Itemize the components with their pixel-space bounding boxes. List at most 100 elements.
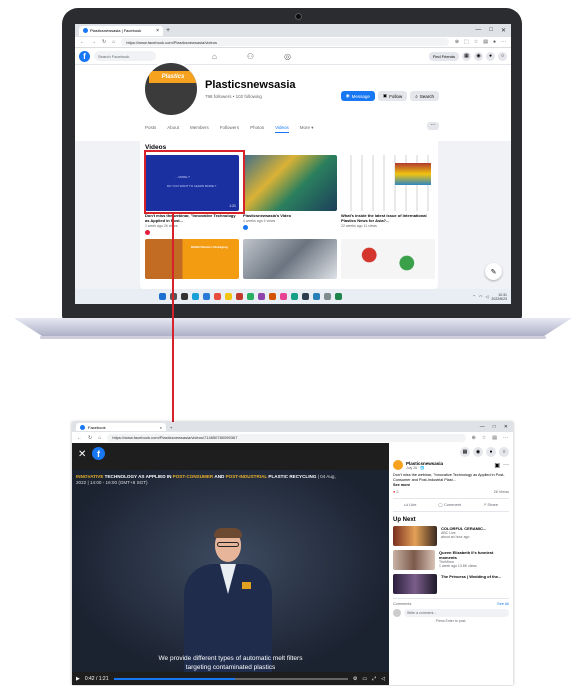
- comment-input[interactable]: Write a comment...: [404, 609, 509, 617]
- video-card[interactable]: What's inside the latest issue of Intern…: [341, 155, 435, 235]
- video-title[interactable]: Don't miss the webinar, "Innovative Tech…: [145, 213, 239, 223]
- collections-icon[interactable]: ▤: [483, 39, 488, 45]
- notifications-icon[interactable]: ●: [486, 51, 495, 61]
- tab-close-icon[interactable]: ×: [156, 28, 159, 34]
- explorer-icon[interactable]: [225, 293, 232, 300]
- video-thumbnail[interactable]: [243, 239, 337, 279]
- see-more-link[interactable]: See more: [393, 483, 509, 487]
- close-window-icon[interactable]: ✕: [504, 424, 508, 430]
- tray-up-icon[interactable]: ⌃: [472, 294, 475, 299]
- notifications-icon[interactable]: ●: [486, 447, 496, 457]
- play-icon[interactable]: ▶: [76, 676, 80, 682]
- tab-close-icon[interactable]: ×: [160, 425, 162, 430]
- tab-about[interactable]: About: [167, 125, 179, 133]
- back-icon[interactable]: ←: [80, 39, 85, 45]
- video-thumbnail[interactable]: [341, 155, 435, 211]
- up-next-thumbnail[interactable]: [393, 550, 436, 570]
- reload-icon[interactable]: ↻: [88, 435, 92, 441]
- tab-posts[interactable]: Posts: [145, 125, 156, 133]
- edge-icon[interactable]: [192, 293, 199, 300]
- back-icon[interactable]: ←: [77, 435, 82, 441]
- facebook-logo-icon[interactable]: f: [79, 50, 90, 62]
- tab-photos[interactable]: Photos: [250, 125, 264, 133]
- volume-icon[interactable]: ◁: [381, 676, 385, 682]
- browser-tab[interactable]: Plasticsnewsasia | Facebook ×: [79, 25, 163, 36]
- new-tab-icon[interactable]: +: [170, 425, 172, 430]
- minimize-icon[interactable]: —: [480, 424, 485, 430]
- page-avatar[interactable]: Plastics: [143, 61, 199, 117]
- up-next-item[interactable]: COLORFUL CERAMIC... ABC Live about an ho…: [393, 526, 509, 546]
- video-player[interactable]: INNOVATIVE TECHNOLOGY AS APPLIED IN POST…: [72, 470, 389, 672]
- up-next-item[interactable]: Queen Elizabeth II's funniest moments Th…: [393, 550, 509, 570]
- zoom-icon[interactable]: ⊕: [472, 435, 476, 441]
- app-icon[interactable]: [247, 293, 254, 300]
- groups-nav-icon[interactable]: ◎: [284, 52, 291, 61]
- maximize-icon[interactable]: □: [493, 424, 496, 430]
- video-card[interactable]: DGBS Plastics Packaging: [145, 239, 239, 279]
- friends-nav-icon[interactable]: ⚇: [247, 52, 254, 61]
- video-progress-bar[interactable]: [113, 677, 348, 680]
- video-card[interactable]: [243, 239, 337, 279]
- tab-members[interactable]: Members: [190, 125, 209, 133]
- favorite-icon[interactable]: ☆: [482, 435, 486, 441]
- video-card[interactable]: Plasticsnewsasia's Video 4 weeks ago 4 v…: [243, 155, 337, 235]
- captions-icon[interactable]: ▭: [362, 676, 367, 682]
- start-icon[interactable]: [159, 293, 166, 300]
- author-avatar[interactable]: [393, 460, 403, 470]
- up-next-thumbnail[interactable]: [393, 526, 437, 546]
- new-message-icon[interactable]: ✎: [485, 263, 502, 280]
- maximize-icon[interactable]: □: [489, 27, 493, 34]
- chrome-icon[interactable]: [203, 293, 210, 300]
- find-friends-button[interactable]: Find Friends: [428, 51, 459, 61]
- app-icon[interactable]: [335, 293, 342, 300]
- account-avatar[interactable]: ○: [498, 51, 507, 61]
- more-icon[interactable]: ···: [503, 462, 509, 468]
- account-avatar[interactable]: ○: [499, 447, 509, 457]
- search-button[interactable]: ⌕ Search: [410, 91, 439, 101]
- url-field[interactable]: https://www.facebook.com/Plasticsnewsasi…: [121, 38, 449, 46]
- reaction-count[interactable]: ● 2: [393, 490, 398, 494]
- clock[interactable]: 10:31 2022/8/23: [491, 293, 507, 301]
- profile-icon[interactable]: ●: [493, 39, 496, 45]
- app-icon[interactable]: [236, 293, 243, 300]
- close-icon[interactable]: ✕: [78, 449, 86, 460]
- menu-icon[interactable]: ···: [501, 39, 506, 45]
- close-window-icon[interactable]: ✕: [501, 27, 506, 34]
- video-thumbnail[interactable]: DGBS Plastics Packaging: [145, 239, 239, 279]
- up-next-item[interactable]: The Princess | Wedding of the...: [393, 574, 509, 594]
- extension-icon[interactable]: ⬚: [464, 39, 469, 45]
- app-icon[interactable]: [302, 293, 309, 300]
- app-icon[interactable]: [280, 293, 287, 300]
- profile-more-button[interactable]: ···: [427, 122, 439, 130]
- video-thumbnail[interactable]: [341, 239, 435, 279]
- reload-icon[interactable]: ↻: [102, 39, 106, 45]
- up-next-title[interactable]: The Princess | Wedding of the...: [441, 574, 501, 579]
- like-button[interactable]: 👍︎ Like: [404, 502, 417, 508]
- tab-more[interactable]: More ▾: [300, 125, 314, 133]
- app-icon[interactable]: [313, 293, 320, 300]
- favorite-icon[interactable]: ☆: [474, 39, 478, 45]
- home-icon[interactable]: ⌂: [112, 39, 115, 45]
- video-title[interactable]: What's inside the latest issue of Intern…: [341, 213, 435, 223]
- settings-icon[interactable]: ⚙: [353, 676, 357, 682]
- app-icon[interactable]: [258, 293, 265, 300]
- forward-icon[interactable]: →: [91, 39, 96, 45]
- menu-icon[interactable]: ···: [503, 435, 508, 441]
- share-button[interactable]: ↗ Share: [483, 502, 498, 508]
- up-next-thumbnail[interactable]: [393, 574, 437, 594]
- comment-button[interactable]: ◯ Comment: [438, 502, 461, 508]
- video-thumbnail[interactable]: [243, 155, 337, 211]
- menu-grid-icon[interactable]: ▦: [462, 51, 471, 61]
- taskview-icon[interactable]: [181, 293, 188, 300]
- url-field[interactable]: https://www.facebook.com/Plasticsnewsasi…: [107, 433, 466, 442]
- home-icon[interactable]: ⌂: [98, 435, 101, 441]
- up-next-title[interactable]: Queen Elizabeth II's funniest moments: [439, 550, 509, 560]
- minimize-icon[interactable]: —: [475, 27, 481, 34]
- browser-tab[interactable]: Facebook ×: [76, 423, 166, 431]
- new-tab-icon[interactable]: +: [166, 27, 170, 34]
- zoom-icon[interactable]: ⊕: [455, 39, 459, 45]
- facebook-search-input[interactable]: Search Facebook: [94, 51, 156, 61]
- collections-icon[interactable]: ▤: [492, 435, 497, 441]
- wifi-icon[interactable]: ◠: [479, 294, 483, 299]
- author-name[interactable]: Plasticsnewsasia: [406, 461, 443, 466]
